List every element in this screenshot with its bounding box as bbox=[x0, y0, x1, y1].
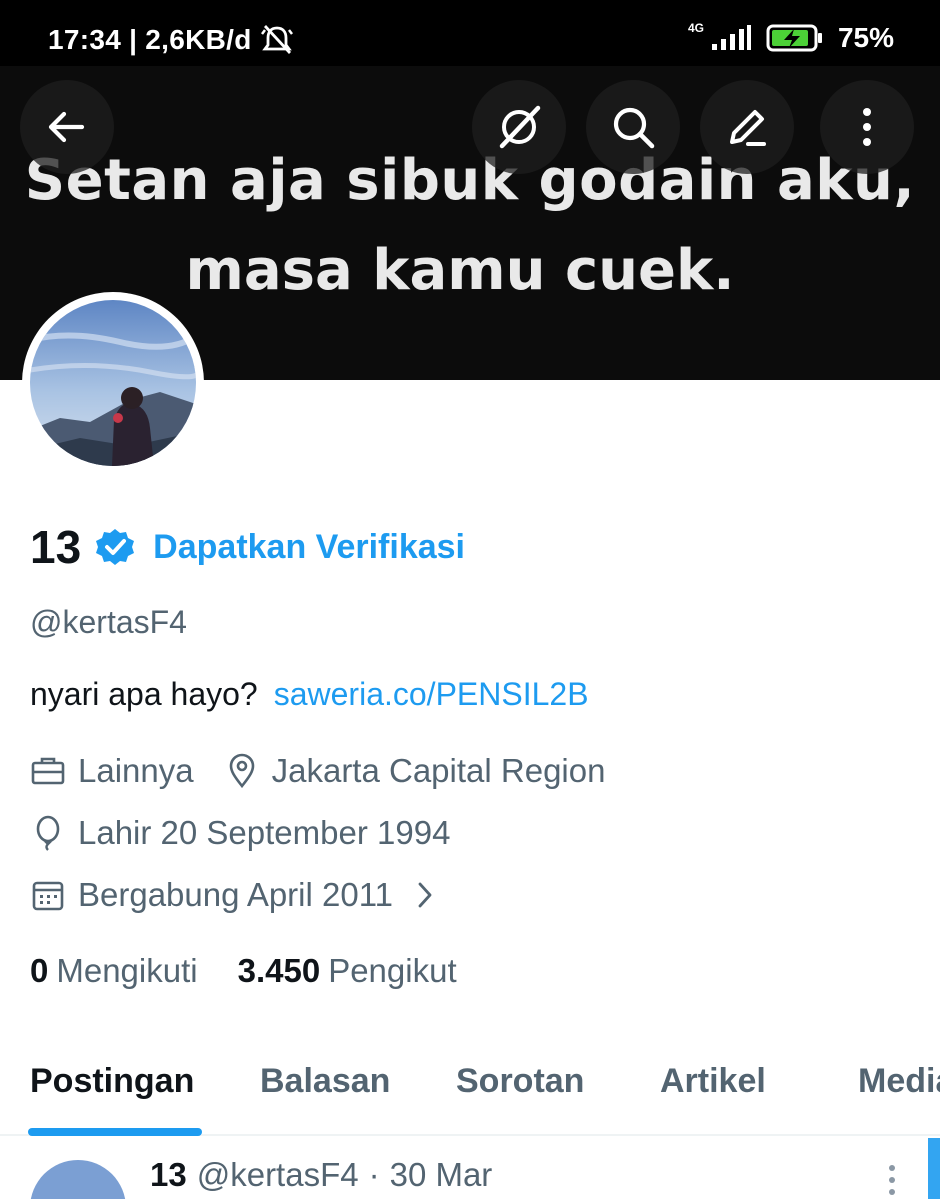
signal-icon bbox=[711, 25, 751, 50]
post-more-icon[interactable] bbox=[874, 1160, 910, 1199]
tab-replies[interactable]: Balasan bbox=[260, 1062, 390, 1101]
avatar-photo bbox=[30, 300, 196, 466]
verified-badge-icon[interactable] bbox=[95, 527, 135, 567]
calendar-icon bbox=[32, 881, 64, 911]
followers-label: Pengikut bbox=[328, 952, 457, 989]
pencil-icon bbox=[730, 110, 766, 146]
category-item: Lainnya bbox=[30, 752, 194, 790]
battery-charging-icon bbox=[766, 24, 822, 52]
following-count: 0 bbox=[30, 952, 49, 989]
post-author-avatar[interactable] bbox=[30, 1160, 126, 1199]
tab-articles[interactable]: Artikel bbox=[660, 1062, 766, 1101]
more-vertical-icon bbox=[863, 108, 871, 146]
location-item: Jakarta Capital Region bbox=[224, 752, 606, 790]
category-text: Lainnya bbox=[78, 752, 194, 789]
chevron-right-icon bbox=[418, 882, 432, 908]
tab-media[interactable]: Media bbox=[858, 1062, 940, 1101]
profile-bio: nyari apa hayo? saweria.co/PENSIL2B bbox=[30, 676, 589, 713]
tab-highlights[interactable]: Sorotan bbox=[456, 1062, 584, 1101]
edit-button[interactable] bbox=[700, 80, 794, 174]
location-text: Jakarta Capital Region bbox=[271, 752, 606, 789]
briefcase-icon bbox=[31, 757, 65, 785]
following-link[interactable]: 0 Mengikuti bbox=[30, 952, 198, 990]
birthday-text: Lahir 20 September 1994 bbox=[78, 814, 451, 851]
name-row: 13 Dapatkan Verifikasi bbox=[30, 520, 465, 574]
profile-tabs: Postingan Balasan Sorotan Artikel Media bbox=[0, 1040, 940, 1136]
post-author-name[interactable]: 13 bbox=[150, 1156, 187, 1194]
more-button[interactable] bbox=[820, 80, 914, 174]
location-pin-icon bbox=[229, 753, 254, 789]
balloon-icon bbox=[36, 815, 60, 851]
follow-counts: 0 Mengikuti 3.450 Pengikut bbox=[30, 952, 457, 990]
active-tab-indicator bbox=[28, 1128, 202, 1136]
search-button[interactable] bbox=[586, 80, 680, 174]
battery-percent: 75% bbox=[837, 22, 894, 53]
status-separator: | bbox=[129, 24, 138, 55]
arrow-left-icon bbox=[48, 111, 85, 143]
joined-text: Bergabung April 2011 bbox=[78, 876, 393, 913]
birthday-item: Lahir 20 September 1994 bbox=[30, 814, 450, 852]
post-date[interactable]: 30 Mar bbox=[390, 1156, 493, 1194]
profile-avatar[interactable] bbox=[22, 292, 204, 474]
post-header: 13 @kertasF4 · 30 Mar bbox=[150, 1156, 492, 1194]
network-type: 4G bbox=[687, 21, 704, 35]
status-time: 17:34 bbox=[48, 24, 122, 55]
banner-text-line1: Setan aja sibuk godain aku, bbox=[24, 148, 916, 213]
grok-button[interactable] bbox=[472, 80, 566, 174]
tab-posts[interactable]: Postingan bbox=[30, 1062, 194, 1101]
status-net-speed: 2,6KB/d bbox=[145, 24, 252, 55]
search-icon bbox=[613, 107, 655, 149]
followers-count: 3.450 bbox=[237, 952, 321, 989]
bio-link[interactable]: saweria.co/PENSIL2B bbox=[274, 676, 589, 713]
get-verified-link[interactable]: Dapatkan Verifikasi bbox=[153, 528, 465, 567]
status-left: 17:34 | 2,6KB/d bbox=[48, 24, 294, 56]
post-author-handle[interactable]: @kertasF4 bbox=[197, 1156, 359, 1194]
banner-text-line2: masa kamu cuek. bbox=[185, 238, 735, 303]
post-dot: · bbox=[368, 1156, 380, 1193]
bell-muted-icon bbox=[260, 25, 293, 54]
back-button[interactable] bbox=[20, 80, 114, 174]
following-label: Mengikuti bbox=[56, 952, 198, 989]
display-name: 13 bbox=[30, 521, 82, 573]
profile-handle: @kertasF4 bbox=[30, 604, 187, 640]
status-right: 4G 75% bbox=[687, 21, 894, 54]
scrollbar[interactable] bbox=[928, 1138, 940, 1199]
meta-row-joined[interactable]: Bergabung April 2011 bbox=[30, 876, 473, 914]
bio-text: nyari apa hayo? bbox=[30, 676, 258, 712]
meta-row-birthday: Lahir 20 September 1994 bbox=[30, 814, 480, 852]
followers-link[interactable]: 3.450 Pengikut bbox=[238, 952, 457, 990]
grok-icon bbox=[499, 105, 541, 149]
meta-row-category-location: Lainnya Jakarta Capital Region bbox=[30, 752, 635, 790]
joined-item: Bergabung April 2011 bbox=[30, 876, 443, 914]
